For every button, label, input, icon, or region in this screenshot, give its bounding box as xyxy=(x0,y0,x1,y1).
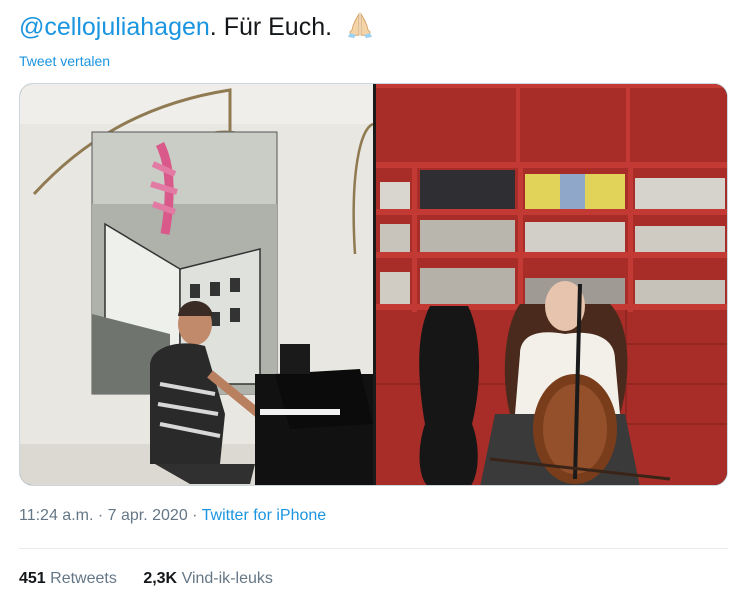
likes-stat[interactable]: 2,3K Vind-ik-leuks xyxy=(143,570,273,587)
retweets-stat[interactable]: 451 Retweets xyxy=(19,570,117,587)
likes-label: Vind-ik-leuks xyxy=(181,570,273,587)
tweet-text: @cellojuliahagen. Für Euch. xyxy=(19,10,375,48)
video-right-panel xyxy=(376,84,727,485)
video-left-panel xyxy=(20,84,374,485)
translate-tweet-link[interactable]: Tweet vertalen xyxy=(19,53,110,69)
meta-separator: · xyxy=(187,507,202,524)
divider xyxy=(19,548,728,549)
mention-link[interactable]: @cellojuliahagen xyxy=(19,13,210,41)
tweet-date[interactable]: 7 apr. 2020 xyxy=(108,507,188,524)
tweet-video[interactable] xyxy=(19,83,728,486)
engagement-stats: 451 Retweets 2,3K Vind-ik-leuks xyxy=(19,570,295,588)
retweets-label: Retweets xyxy=(50,570,117,587)
meta-separator: · xyxy=(93,507,108,524)
tweet-time[interactable]: 11:24 a.m. xyxy=(19,507,93,524)
tweet-source-link[interactable]: Twitter for iPhone xyxy=(202,507,327,524)
tweet-body-text: . Für Euch. xyxy=(209,13,333,41)
folded-hands-icon xyxy=(345,11,375,48)
bookshelf-books xyxy=(380,170,725,304)
cello-case xyxy=(419,306,480,485)
retweets-count: 451 xyxy=(19,570,46,587)
tweet-meta: 11:24 a.m. · 7 apr. 2020 · Twitter for i… xyxy=(19,507,326,525)
likes-count: 2,3K xyxy=(143,570,178,587)
